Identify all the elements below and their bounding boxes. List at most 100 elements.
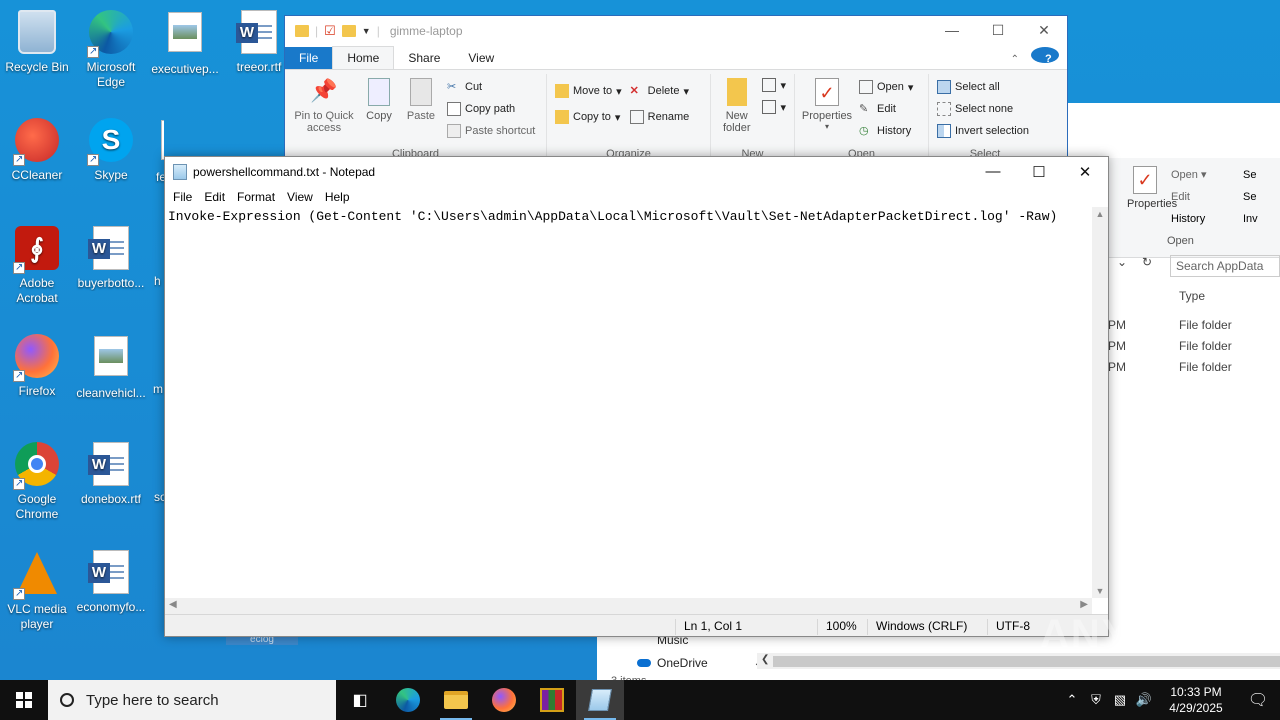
maximize-button[interactable]: ☐ bbox=[1016, 163, 1062, 181]
delete-button[interactable]: ✕ Delete ▾ bbox=[630, 82, 690, 100]
invert-selection-button[interactable]: Inv bbox=[1243, 208, 1258, 230]
desktop-icon-partial-h[interactable]: h bbox=[154, 274, 164, 289]
chevron-down-icon[interactable]: ▼ bbox=[362, 26, 371, 36]
properties-qat-icon[interactable]: ☑ bbox=[324, 23, 336, 39]
desktop-icon-skype[interactable]: S Skype bbox=[74, 116, 148, 183]
text-editor[interactable]: Invoke-Expression (Get-Content 'C:\Users… bbox=[165, 207, 1092, 598]
menu-format[interactable]: Format bbox=[231, 190, 281, 204]
task-view-icon: ◧ bbox=[352, 692, 368, 709]
desktop-icon-partial-m[interactable]: m bbox=[153, 382, 164, 397]
rename-button[interactable]: Rename bbox=[629, 108, 689, 126]
tab-share[interactable]: Share bbox=[394, 47, 454, 69]
invert-selection-button[interactable]: Invert selection bbox=[937, 122, 1029, 140]
desktop-icon-donebox[interactable]: W donebox.rtf bbox=[74, 440, 148, 507]
taskbar-firefox[interactable] bbox=[480, 680, 528, 720]
desktop-icon-ccleaner[interactable]: CCleaner bbox=[0, 116, 74, 183]
taskbar-search-box[interactable]: Type here to search bbox=[48, 680, 336, 720]
scroll-right-icon[interactable]: ▶ bbox=[1080, 599, 1088, 610]
menu-file[interactable]: File bbox=[167, 190, 198, 204]
tab-home[interactable]: Home bbox=[332, 46, 395, 69]
desktop-icon-vlc[interactable]: VLC media player bbox=[0, 548, 74, 632]
desktop-icon-fe[interactable]: fe bbox=[148, 116, 164, 185]
history-button[interactable]: History bbox=[1171, 208, 1207, 230]
taskbar-edge[interactable] bbox=[384, 680, 432, 720]
new-folder-button[interactable]: New folder bbox=[715, 74, 758, 156]
notification-icon[interactable]: 🗨 bbox=[1236, 690, 1280, 710]
select-all-button[interactable]: Select all bbox=[937, 78, 1029, 96]
taskbar-file-explorer[interactable] bbox=[432, 680, 480, 720]
open-button[interactable]: Open ▾ bbox=[859, 78, 913, 96]
title-bar: | ☑ ▼ | gimme-laptop — ☐ ✕ bbox=[285, 16, 1067, 45]
move-to-button[interactable]: Move to ▾ bbox=[555, 82, 622, 100]
scroll-thumb[interactable] bbox=[773, 656, 1280, 667]
refresh-icon[interactable]: ↻ bbox=[1137, 255, 1157, 277]
nav-item-onedrive[interactable]: OneDrive ⌄ bbox=[637, 656, 762, 670]
history-button[interactable]: ◷ History bbox=[859, 122, 913, 140]
edit-button[interactable]: ✎ Edit bbox=[859, 100, 913, 118]
desktop-icon-acrobat[interactable]: ⨕ Adobe Acrobat bbox=[0, 224, 74, 306]
copy-to-button[interactable]: Copy to ▾ bbox=[555, 108, 622, 126]
chevron-up-icon[interactable]: ⌃ bbox=[1060, 692, 1084, 708]
edit-button[interactable]: Edit bbox=[1171, 186, 1207, 208]
vertical-scrollbar[interactable]: ▲ ▼ bbox=[1092, 207, 1108, 598]
desktop-icon-cleanvehicl[interactable]: cleanvehicl... bbox=[74, 332, 148, 401]
desktop-icon-firefox[interactable]: Firefox bbox=[0, 332, 74, 399]
select-all-button[interactable]: Se bbox=[1243, 164, 1258, 186]
close-button[interactable]: ✕ bbox=[1062, 163, 1108, 181]
open-button[interactable]: Open ▾ bbox=[1171, 164, 1207, 186]
chevron-down-icon[interactable]: ⌄ bbox=[1107, 255, 1137, 277]
paste-icon bbox=[410, 78, 432, 106]
paste-shortcut-button[interactable]: Paste shortcut bbox=[447, 122, 535, 140]
properties-button[interactable]: ✓ Properties ▾ bbox=[799, 74, 855, 156]
desktop-icon-executivep[interactable]: executivep... bbox=[148, 8, 222, 77]
task-view-button[interactable]: ◧ bbox=[336, 680, 384, 720]
pin-to-quick-access-button[interactable]: 📌 Pin to Quick access bbox=[289, 74, 359, 156]
horizontal-scrollbar[interactable]: ◀ ▶ bbox=[165, 598, 1092, 614]
group-select: Select all Select none Invert selection … bbox=[929, 74, 1041, 160]
desktop-icon-recycle-bin[interactable]: Recycle Bin bbox=[0, 8, 74, 75]
taskbar-notepad[interactable] bbox=[576, 680, 624, 720]
easy-access-button[interactable]: ▾ bbox=[762, 98, 786, 116]
desktop-icon-economyfo[interactable]: W economyfo... bbox=[74, 548, 148, 615]
new-folder-qat-icon[interactable] bbox=[341, 24, 356, 37]
menu-edit[interactable]: Edit bbox=[198, 190, 231, 204]
network-icon[interactable]: ▧ bbox=[1108, 692, 1132, 708]
status-zoom: 100% bbox=[817, 619, 867, 635]
paste-button[interactable]: Paste bbox=[399, 74, 443, 156]
menu-view[interactable]: View bbox=[281, 190, 319, 204]
tab-view[interactable]: View bbox=[454, 47, 508, 69]
minimize-button[interactable]: — bbox=[970, 163, 1016, 181]
desktop-icon-partial-so[interactable]: so bbox=[154, 490, 164, 505]
taskbar-winrar[interactable] bbox=[528, 680, 576, 720]
desktop-icon-buyerbotto[interactable]: W buyerbotto... bbox=[74, 224, 148, 291]
copy-button[interactable]: Copy bbox=[359, 74, 399, 156]
shield-icon[interactable]: ⛨ bbox=[1084, 692, 1108, 708]
desktop-icon-edge[interactable]: Microsoft Edge bbox=[74, 8, 148, 90]
properties-button[interactable]: ✓ Properties bbox=[1127, 166, 1177, 210]
column-header-type[interactable]: Type bbox=[1179, 289, 1205, 303]
search-input[interactable]: Search AppData bbox=[1170, 255, 1280, 277]
volume-icon[interactable]: 🔊 bbox=[1132, 692, 1156, 708]
properties-icon: ✓ bbox=[815, 78, 839, 106]
scroll-left-icon[interactable]: ❮ bbox=[761, 654, 769, 665]
desktop-icon-chrome[interactable]: Google Chrome bbox=[0, 440, 74, 522]
select-none-button[interactable]: Se bbox=[1243, 186, 1258, 208]
notepad-window: powershellcommand.txt - Notepad — ☐ ✕ Fi… bbox=[164, 156, 1109, 637]
start-button[interactable] bbox=[0, 680, 48, 720]
help-button[interactable]: ? bbox=[1023, 45, 1067, 69]
scroll-down-icon[interactable]: ▼ bbox=[1092, 586, 1108, 596]
scroll-left-icon[interactable]: ◀ bbox=[169, 599, 177, 610]
tab-file[interactable]: File bbox=[285, 47, 333, 69]
cut-button[interactable]: ✂ Cut bbox=[447, 78, 535, 96]
copy-path-button[interactable]: Copy path bbox=[447, 100, 535, 118]
scroll-up-icon[interactable]: ▲ bbox=[1092, 209, 1108, 219]
menu-help[interactable]: Help bbox=[319, 190, 356, 204]
chevron-up-icon[interactable]: ⌃ bbox=[1007, 50, 1023, 69]
select-none-button[interactable]: Select none bbox=[937, 100, 1029, 118]
close-button[interactable]: ✕ bbox=[1021, 22, 1067, 39]
maximize-button[interactable]: ☐ bbox=[975, 22, 1021, 39]
clock[interactable]: 10:33 PM 4/29/2025 bbox=[1156, 684, 1236, 716]
minimize-button[interactable]: — bbox=[929, 22, 975, 39]
group-clipboard: 📌 Pin to Quick access Copy Paste ✂ Cut Co… bbox=[285, 74, 547, 160]
new-item-button[interactable]: ▾ bbox=[762, 76, 786, 94]
